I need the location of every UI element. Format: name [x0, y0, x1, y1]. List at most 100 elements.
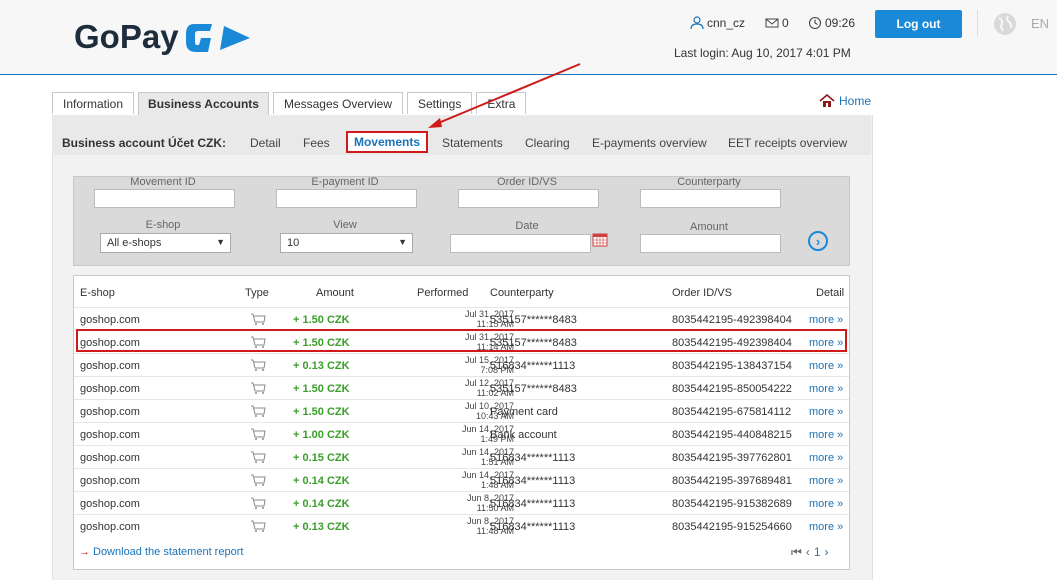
- home-label: Home: [839, 94, 872, 108]
- page-number: 1: [813, 545, 821, 559]
- table-row: goshop.com + 1.50 CZK Jul 12, 2017 11:02 AM…: [74, 376, 849, 400]
- cell-eshop: goshop.com: [80, 406, 140, 418]
- epayment-id-input[interactable]: [276, 189, 417, 208]
- movements-table: E-shop Type Amount Performed Counterpart…: [73, 275, 850, 570]
- more-link[interactable]: more »: [809, 452, 843, 464]
- subnav-detail[interactable]: Detail: [250, 136, 281, 150]
- more-link[interactable]: more »: [809, 360, 843, 372]
- more-link[interactable]: more »: [809, 383, 843, 395]
- cell-eshop: goshop.com: [80, 498, 140, 510]
- cell-eshop: goshop.com: [80, 475, 140, 487]
- subnav-e-payments-overview[interactable]: E-payments overview: [592, 136, 707, 150]
- arrow-right-icon: ›: [815, 233, 821, 249]
- cell-amount: + 1.50 CZK: [293, 406, 350, 418]
- user-indicator[interactable]: cnn_cz: [690, 16, 745, 30]
- cart-icon: [250, 405, 266, 421]
- cell-amount: + 0.15 CZK: [293, 452, 350, 464]
- gopay-logo-icon: [186, 24, 250, 52]
- chevron-down-icon: ▼: [398, 237, 407, 247]
- date-label: Date: [515, 220, 539, 232]
- messages-indicator[interactable]: 0: [765, 16, 789, 30]
- cell-eshop: goshop.com: [80, 521, 140, 533]
- cell-order-id: 8035442195-915254660: [672, 521, 792, 533]
- more-link[interactable]: more »: [809, 475, 843, 487]
- tab-settings[interactable]: Settings: [407, 92, 473, 114]
- cell-order-id: 8035442195-850054222: [672, 383, 792, 395]
- cell-amount: + 0.14 CZK: [293, 498, 350, 510]
- cell-order-id: 8035442195-675814112: [672, 406, 792, 418]
- header-type: Type: [245, 287, 269, 299]
- cell-counterparty: 535157******8483: [490, 314, 577, 326]
- download-statement-link[interactable]: → Download the statement report: [79, 546, 243, 558]
- cell-order-id: 8035442195-138437154: [672, 360, 792, 372]
- movement-id-input[interactable]: [94, 189, 235, 208]
- username: cnn_cz: [707, 16, 746, 30]
- tab-business-accounts[interactable]: Business Accounts: [138, 92, 269, 115]
- subnav-movements[interactable]: Movements: [346, 131, 428, 153]
- counterparty-label: Counterparty: [677, 176, 741, 188]
- more-link[interactable]: more »: [809, 314, 843, 326]
- cart-icon: [250, 428, 266, 444]
- view-select[interactable]: 10 ▼: [280, 233, 413, 253]
- counterparty-input[interactable]: [640, 189, 781, 208]
- more-link[interactable]: more »: [809, 429, 843, 441]
- cell-eshop: goshop.com: [80, 429, 140, 441]
- eshop-label: E-shop: [145, 219, 181, 231]
- header-counterparty: Counterparty: [490, 287, 554, 299]
- last-login: Last login: Aug 10, 2017 4:01 PM: [674, 46, 851, 60]
- movement-id-label: Movement ID: [130, 176, 196, 188]
- more-link[interactable]: more »: [809, 498, 843, 510]
- header-divider: [977, 10, 978, 36]
- date-input[interactable]: [450, 234, 591, 253]
- header-amount: Amount: [316, 287, 354, 299]
- tab-information[interactable]: Information: [52, 92, 135, 114]
- subnav-clearing[interactable]: Clearing: [525, 136, 570, 150]
- subnav-eet-receipts-overview[interactable]: EET receipts overview: [728, 136, 847, 150]
- table-row: goshop.com + 1.50 CZK Jul 10, 2017 10:43 AM…: [74, 399, 849, 423]
- more-link[interactable]: more »: [809, 406, 843, 418]
- cart-icon: [250, 382, 266, 398]
- gopay-logo-text: GoPay: [74, 18, 179, 55]
- cart-icon: [250, 497, 266, 513]
- cell-order-id: 8035442195-397689481: [672, 475, 792, 487]
- table-row: goshop.com + 0.14 CZK Jun 14, 2017 1:48 AM 5…: [74, 468, 849, 492]
- language-switch[interactable]: EN: [1031, 16, 1049, 31]
- eshop-select[interactable]: All e-shops ▼: [100, 233, 231, 253]
- home-link[interactable]: Home: [819, 94, 871, 108]
- cell-order-id: 8035442195-915382689: [672, 498, 792, 510]
- header-order-id: Order ID/VS: [672, 287, 732, 299]
- globe-icon[interactable]: [993, 12, 1017, 36]
- first-page-icon[interactable]: ⏮: [791, 545, 802, 560]
- tab-extra[interactable]: Extra: [476, 92, 527, 114]
- subnav-statements[interactable]: Statements: [442, 136, 503, 150]
- eshop-select-value: All e-shops: [107, 237, 162, 249]
- cell-amount: + 0.13 CZK: [293, 360, 350, 372]
- cell-eshop: goshop.com: [80, 314, 140, 326]
- prev-page-icon[interactable]: ‹: [806, 545, 810, 560]
- next-page-icon[interactable]: ›: [825, 545, 829, 560]
- header-eshop: E-shop: [80, 287, 115, 299]
- cell-eshop: goshop.com: [80, 383, 140, 395]
- calendar-icon[interactable]: [592, 233, 608, 247]
- cell-amount: + 1.50 CZK: [293, 383, 350, 395]
- subnav-fees[interactable]: Fees: [303, 136, 330, 150]
- order-id-label: Order ID/VS: [497, 176, 557, 188]
- session-time: 09:26: [825, 16, 856, 30]
- chevron-down-icon: ▼: [216, 237, 225, 247]
- cell-counterparty: Payment card: [490, 406, 558, 418]
- messages-count: 0: [782, 16, 789, 30]
- cell-eshop: goshop.com: [80, 360, 140, 372]
- amount-input[interactable]: [640, 234, 781, 253]
- more-link[interactable]: more »: [809, 521, 843, 533]
- search-submit-button[interactable]: ›: [808, 231, 828, 251]
- view-label: View: [333, 219, 357, 231]
- order-id-input[interactable]: [458, 189, 599, 208]
- highlighted-row-annotation: [76, 329, 847, 352]
- clock-icon: [808, 16, 822, 30]
- tab-messages-overview[interactable]: Messages Overview: [272, 92, 403, 114]
- table-row: goshop.com + 1.00 CZK Jun 14, 2017 1:49 PM B…: [74, 422, 849, 446]
- logout-button[interactable]: Log out: [875, 10, 962, 38]
- cell-amount: + 0.13 CZK: [293, 521, 350, 533]
- account-subnav: Business account Účet CZK: Detail Fees S…: [52, 115, 871, 155]
- main-tabs: Information Business Accounts Messages O…: [52, 92, 530, 115]
